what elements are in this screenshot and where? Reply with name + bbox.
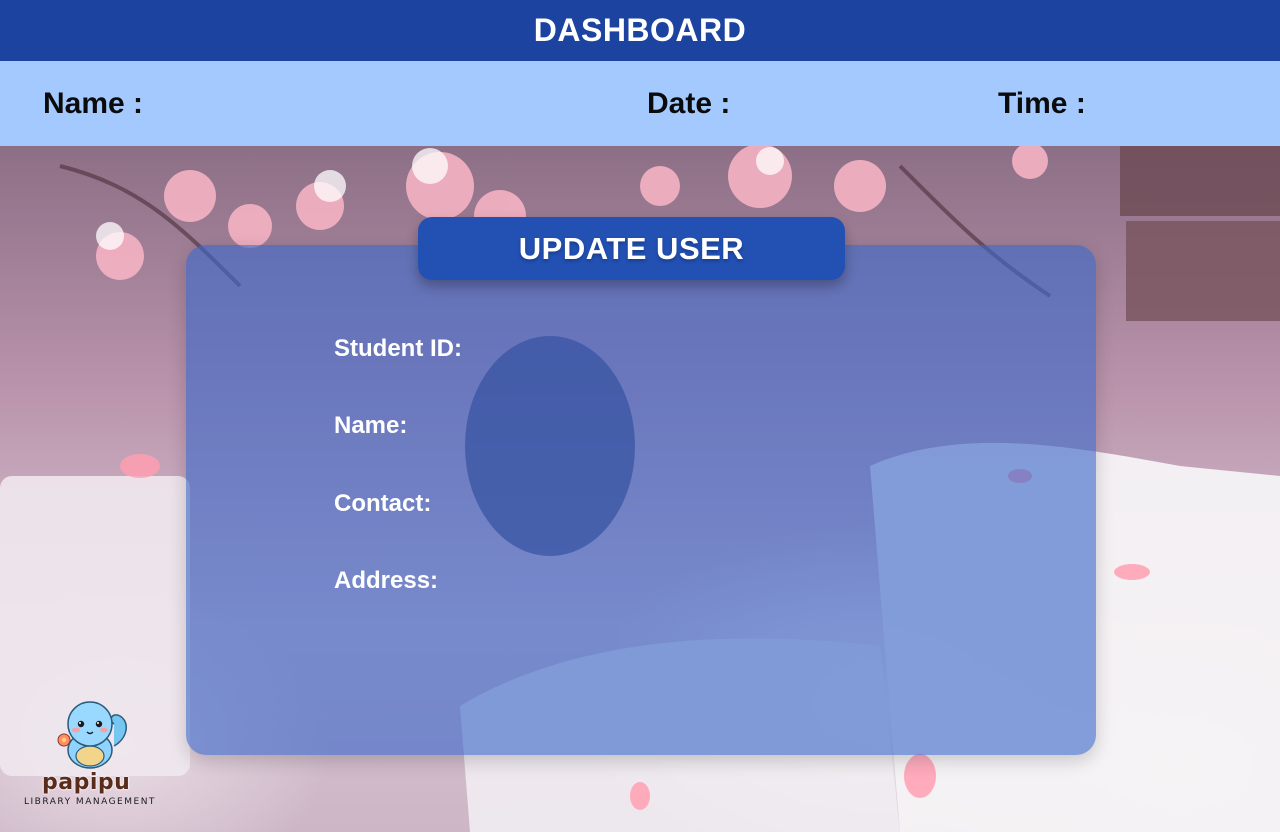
page-title: DASHBOARD bbox=[533, 12, 747, 48]
app-logo: papipu LIBRARY MANAGEMENT bbox=[22, 694, 162, 814]
update-user-panel bbox=[186, 245, 1096, 755]
info-name-label: Name : bbox=[43, 87, 144, 120]
top-header: DASHBOARD bbox=[0, 0, 1280, 61]
logo-tagline: LIBRARY MANAGEMENT bbox=[24, 797, 156, 807]
panel-title: UPDATE USER bbox=[518, 230, 745, 266]
info-bar: Name : Date : Time : bbox=[0, 61, 1280, 146]
logo-brand: papipu bbox=[42, 770, 131, 795]
student-id-label: Student ID: bbox=[334, 335, 462, 362]
info-date-label: Date : bbox=[647, 87, 731, 120]
name-label: Name: bbox=[334, 412, 408, 439]
address-label: Address: bbox=[334, 567, 439, 594]
mascot-icon bbox=[57, 701, 127, 769]
info-time-label: Time : bbox=[998, 87, 1086, 120]
contact-label: Contact: bbox=[334, 490, 432, 517]
panel-header: UPDATE USER bbox=[418, 217, 845, 280]
app-root: DASHBOARD Name : Date : Time : UPDATE US… bbox=[0, 0, 1280, 832]
